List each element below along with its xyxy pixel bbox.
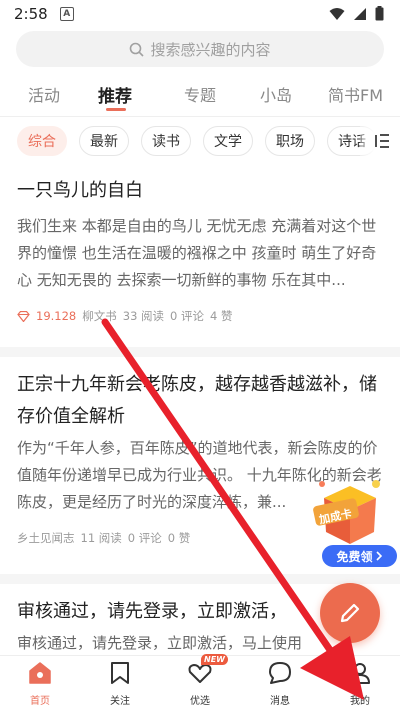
notification-icon: A — [59, 7, 74, 21]
article-summary: 我们生来 本都是自由的鸟儿 无忧无虑 充满着对这个世界的憧憬 也生活在温暖的襁褓… — [17, 217, 377, 289]
chip-workplace[interactable]: 职场 — [265, 126, 315, 156]
chevron-right-icon — [375, 551, 382, 561]
claim-free-label: 免费领 — [336, 549, 373, 564]
nav-featured-label: 优选 — [190, 696, 210, 707]
nav-home[interactable]: 首页 — [0, 660, 80, 710]
more-icon — [375, 134, 389, 148]
search-input[interactable]: 搜索感兴趣的内容 — [16, 31, 384, 67]
new-badge: NEW — [201, 654, 228, 665]
comment-count: 0 评论 — [127, 531, 162, 545]
nav-following[interactable]: 关注 — [80, 660, 160, 710]
edit-icon — [340, 603, 360, 623]
featured-icon-wrap: NEW — [187, 654, 228, 686]
profile-icon — [350, 663, 370, 684]
nav-home-label: 首页 — [30, 696, 50, 707]
tab-activity[interactable]: 活动 — [28, 82, 60, 106]
author-name[interactable]: 柳文书 — [82, 308, 117, 324]
status-time: 2:58 — [14, 5, 48, 23]
search-placeholder: 搜索感兴趣的内容 — [150, 40, 271, 59]
main-tabs: 活动 推荐 专题 小岛 简书FM — [0, 76, 400, 112]
article-meta: 乡土见闻志 11 阅读 0 评论 0 赞 — [17, 530, 190, 546]
gem-icon — [17, 310, 30, 322]
tab-indicator — [106, 108, 126, 111]
message-icon — [269, 662, 291, 684]
tab-islands[interactable]: 小岛 — [260, 82, 292, 106]
home-icon — [29, 662, 51, 684]
read-count: 11 阅读 — [80, 531, 122, 545]
status-icons — [329, 6, 384, 21]
promo-widget[interactable]: 加成卡 免费领 — [304, 468, 397, 568]
article-card[interactable]: 一只鸟儿的自白 我们生来 本都是自由的鸟儿 无忧无虑 充满着对这个世界的憧憬 也… — [0, 165, 400, 345]
write-article-button[interactable] — [320, 583, 380, 643]
article-meta: 19.128 柳文书 33 阅读 0 评论 4 赞 — [17, 308, 233, 324]
category-chips: 综合 最新 读书 文学 职场 诗话 — [0, 124, 400, 160]
tab-topics[interactable]: 专题 — [184, 82, 216, 106]
divider — [0, 116, 400, 117]
search-icon — [130, 42, 145, 57]
signal-icon — [354, 7, 366, 20]
nav-messages-label: 消息 — [270, 696, 290, 707]
status-bar: 2:58 A — [0, 0, 400, 28]
nav-profile[interactable]: 我的 — [320, 660, 400, 710]
tab-recommended[interactable]: 推荐 — [98, 82, 132, 107]
comment-count: 0 评论 — [170, 309, 205, 323]
wifi-icon — [329, 7, 345, 20]
read-count: 33 阅读 — [122, 309, 165, 323]
article-title[interactable]: 正宗十九年新会老陈皮，越存越香越滋补，储存价值全解析 — [17, 369, 383, 433]
nav-featured[interactable]: NEW 优选 — [160, 654, 240, 710]
nav-profile-label: 我的 — [350, 696, 370, 707]
gift-box-icon: 加成卡 — [313, 480, 380, 544]
feed-separator — [0, 574, 400, 584]
bookmark-icon — [111, 662, 129, 684]
more-chips-button[interactable] — [360, 126, 400, 156]
bottom-nav: 首页 关注 NEW 优选 消息 我的 — [0, 654, 400, 711]
chip-latest[interactable]: 最新 — [79, 126, 129, 156]
article-title[interactable]: 一只鸟儿的自白 — [17, 175, 383, 207]
chip-all[interactable]: 综合 — [17, 126, 67, 156]
chip-literature[interactable]: 文学 — [203, 126, 253, 156]
author-name[interactable]: 乡土见闻志 — [17, 530, 75, 546]
battery-icon — [375, 6, 384, 21]
gem-count: 19.128 — [36, 309, 77, 323]
chip-reading[interactable]: 读书 — [141, 126, 191, 156]
claim-free-button[interactable]: 免费领 — [322, 545, 397, 567]
feed-separator — [0, 347, 400, 357]
nav-messages[interactable]: 消息 — [240, 660, 320, 710]
nav-following-label: 关注 — [110, 696, 130, 707]
like-count: 0 赞 — [167, 531, 191, 545]
like-count: 4 赞 — [210, 309, 233, 323]
tab-fm[interactable]: 简书FM — [328, 82, 383, 106]
